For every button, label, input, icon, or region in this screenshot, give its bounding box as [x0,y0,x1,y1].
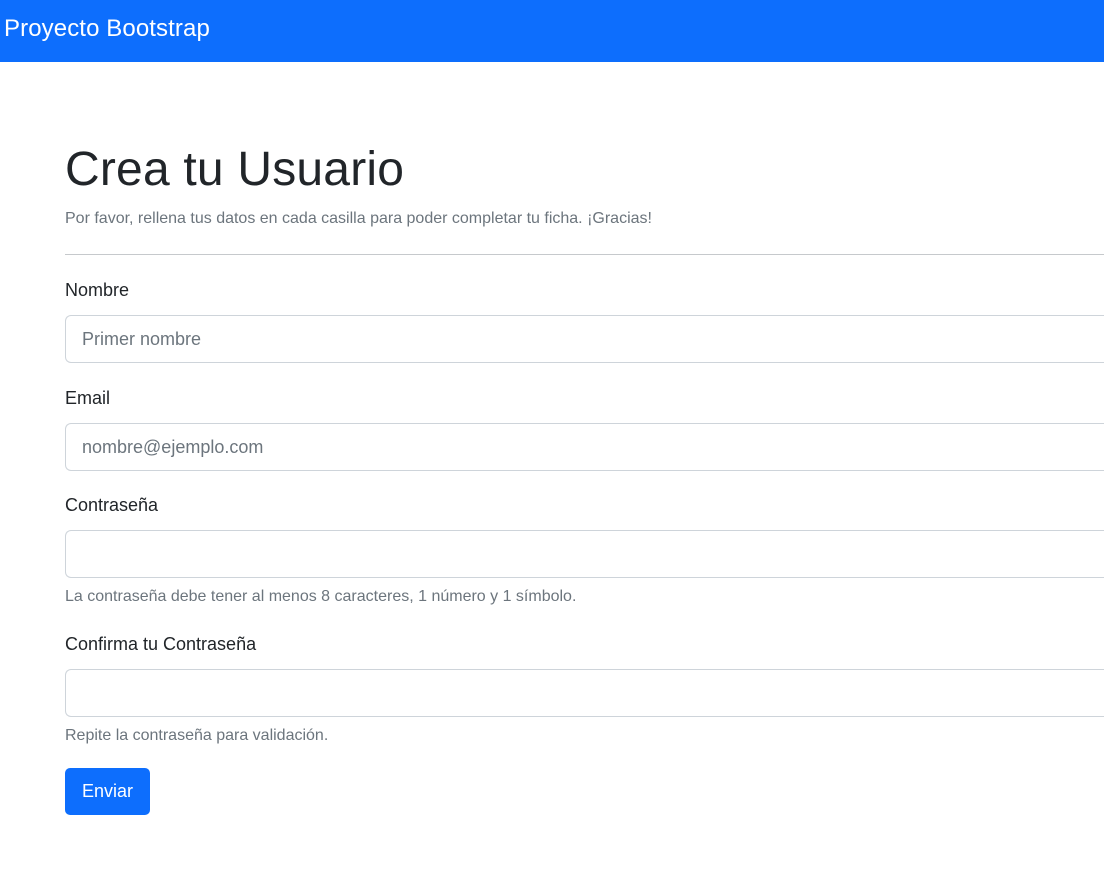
page-lead: Por favor, rellena tus datos en cada cas… [65,210,652,227]
nombre-input[interactable] [65,315,1104,363]
confirm-password-label: Confirma tu Contraseña [65,634,257,654]
nombre-label: Nombre [65,280,130,300]
divider [65,254,1104,255]
email-input[interactable] [65,423,1104,471]
password-label: Contraseña [65,495,159,515]
submit-button[interactable]: Enviar [65,768,150,815]
email-label: Email [65,388,111,408]
confirm-password-help: Repite la contraseña para validación. [65,727,329,744]
navbar: Proyecto Bootstrap [0,0,1104,62]
page-title: Crea tu Usuario [65,143,405,196]
navbar-brand[interactable]: Proyecto Bootstrap [4,15,210,43]
password-input[interactable] [65,530,1104,578]
password-help: La contraseña debe tener al menos 8 cara… [65,588,577,605]
confirm-password-input[interactable] [65,669,1104,717]
